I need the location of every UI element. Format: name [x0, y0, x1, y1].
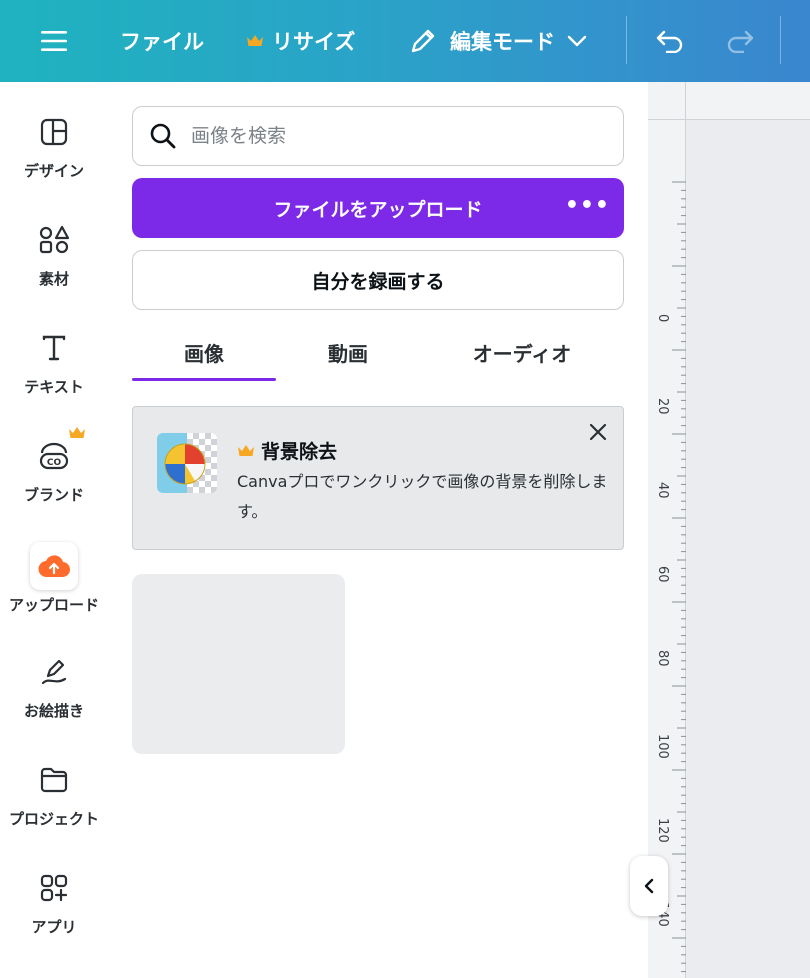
- ruler-label: 80: [655, 650, 670, 667]
- resize-label: リサイズ: [272, 30, 356, 54]
- promo-title: 背景除去: [237, 437, 337, 464]
- promo-description: Canvaプロでワンクリックで画像の背景を削除します。: [237, 472, 608, 521]
- ruler-ticks: [672, 181, 686, 973]
- toolbar-divider: [626, 16, 627, 64]
- more-options-icon[interactable]: •••: [565, 195, 610, 217]
- folder-icon: [30, 756, 78, 804]
- sidebar-item-draw[interactable]: お絵描き: [0, 648, 108, 748]
- redo-icon: [727, 30, 754, 53]
- draw-icon: [30, 648, 78, 696]
- file-menu-button[interactable]: ファイル: [120, 0, 204, 82]
- sidebar: デザイン 素材 テキスト CO ブランド アップロード お絵描き プロジェクト …: [0, 82, 108, 978]
- brand-icon: CO: [30, 427, 85, 480]
- edit-mode-label: 編集モード: [450, 30, 555, 54]
- close-button[interactable]: [585, 419, 611, 445]
- search-icon: [150, 123, 176, 149]
- media-tabs: 画像 動画 オーディオ: [132, 326, 624, 382]
- apps-icon: [30, 864, 78, 912]
- sidebar-item-design[interactable]: デザイン: [0, 108, 108, 208]
- image-search-box[interactable]: [132, 106, 624, 166]
- sidebar-item-brand[interactable]: CO ブランド: [0, 427, 108, 532]
- upload-files-label: ファイルをアップロード: [273, 198, 483, 221]
- svg-text:CO: CO: [47, 458, 62, 468]
- cloud-upload-icon: [30, 542, 78, 590]
- text-icon: [30, 324, 78, 372]
- vertical-ruler: 020406080100120140160: [648, 120, 686, 978]
- horizontal-ruler: [648, 82, 810, 120]
- sidebar-item-apps[interactable]: アプリ: [0, 864, 108, 964]
- chevron-left-icon: [644, 878, 654, 894]
- tab-videos[interactable]: 動画: [276, 326, 420, 378]
- close-icon: [589, 423, 607, 441]
- tab-audio[interactable]: オーディオ: [420, 326, 624, 378]
- pencil-icon: [411, 29, 435, 53]
- tab-images[interactable]: 画像: [132, 326, 276, 378]
- promo-title-text: 背景除去: [261, 441, 338, 463]
- ruler-label: 120: [655, 818, 670, 843]
- background-remover-promo: 背景除去 Canvaプロでワンクリックで画像の背景を削除します。: [132, 406, 624, 550]
- upload-placeholder-card: [132, 574, 345, 754]
- sidebar-item-projects[interactable]: プロジェクト: [0, 756, 108, 856]
- tab-label: 動画: [328, 341, 368, 366]
- tab-label: オーディオ: [472, 341, 572, 366]
- sidebar-item-label: お絵描き: [23, 702, 84, 720]
- sidebar-item-label: ブランド: [23, 486, 84, 504]
- chevron-down-icon: [567, 35, 587, 47]
- ruler-label: 100: [655, 734, 670, 759]
- crown-icon: [247, 35, 263, 46]
- record-yourself-label: 自分を録画する: [311, 270, 445, 293]
- sidebar-item-label: アップロード: [8, 596, 99, 614]
- sidebar-item-label: 素材: [38, 270, 69, 288]
- upload-files-button[interactable]: ファイルをアップロード •••: [132, 178, 624, 238]
- top-bar: ファイル リサイズ 編集モード: [0, 0, 810, 82]
- redo-button[interactable]: [718, 0, 762, 82]
- crown-icon: [69, 427, 85, 438]
- ruler-label: 20: [655, 398, 670, 415]
- undo-icon: [656, 30, 683, 53]
- uploads-panel: ファイルをアップロード ••• 自分を録画する 画像 動画 オーディオ: [108, 82, 648, 978]
- layout-icon: [30, 108, 78, 156]
- main-menu-button[interactable]: [30, 0, 78, 82]
- search-input[interactable]: [191, 125, 611, 147]
- ruler-label: 40: [655, 482, 670, 499]
- ruler-label: 0: [655, 314, 670, 323]
- toolbar-divider: [780, 16, 781, 64]
- sidebar-item-text[interactable]: テキスト: [0, 324, 108, 424]
- beach-ball-thumbnail: [157, 433, 217, 493]
- collapse-panel-button[interactable]: [630, 856, 668, 916]
- file-menu-label: ファイル: [120, 30, 204, 54]
- active-tab-indicator: [132, 378, 276, 381]
- shapes-icon: [30, 216, 78, 264]
- design-canvas-area: 020406080100120140160: [648, 82, 810, 978]
- record-yourself-button[interactable]: 自分を録画する: [132, 250, 624, 310]
- tab-label: 画像: [184, 341, 224, 366]
- crown-icon: [238, 444, 254, 456]
- ruler-corner-divider: [685, 82, 686, 120]
- undo-button[interactable]: [648, 0, 692, 82]
- sidebar-item-label: プロジェクト: [8, 810, 99, 828]
- sidebar-item-label: アプリ: [31, 918, 77, 936]
- hamburger-menu-icon: [41, 31, 67, 51]
- sidebar-item-uploads[interactable]: アップロード: [0, 542, 108, 642]
- ruler-label: 60: [655, 566, 670, 583]
- edit-mode-dropdown[interactable]: 編集モード: [408, 0, 587, 82]
- sidebar-item-label: デザイン: [23, 162, 84, 180]
- sidebar-item-label: テキスト: [24, 378, 84, 396]
- sidebar-item-elements[interactable]: 素材: [0, 216, 108, 316]
- resize-button[interactable]: リサイズ: [246, 0, 355, 82]
